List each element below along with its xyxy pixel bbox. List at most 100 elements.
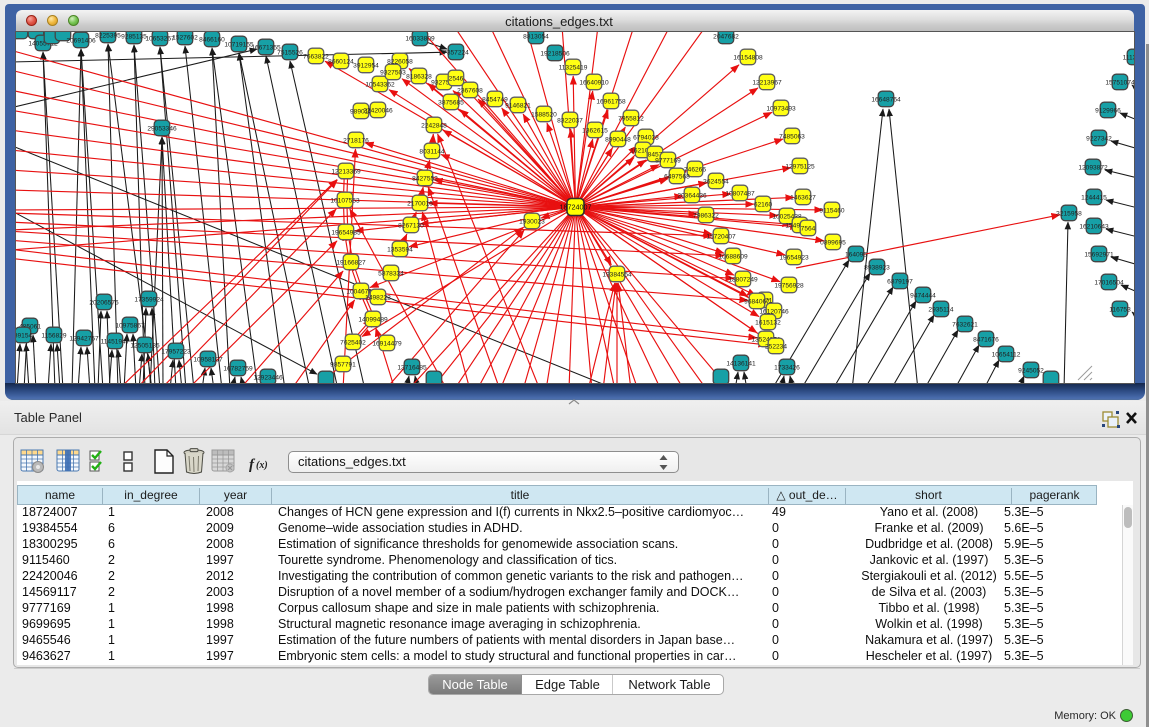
svg-text:9857791: 9857791 xyxy=(330,361,356,368)
svg-text:1156829: 1156829 xyxy=(41,332,67,339)
svg-text:16782759: 16782759 xyxy=(223,365,253,372)
svg-text:10653267: 10653267 xyxy=(145,35,175,42)
svg-text:18807249: 18807249 xyxy=(728,276,758,283)
svg-text:19654985: 19654985 xyxy=(331,229,361,236)
svg-text:29053346: 29053346 xyxy=(147,125,177,132)
svg-text:8990448: 8990448 xyxy=(605,136,631,143)
svg-text:7955812: 7955812 xyxy=(618,115,644,122)
svg-text:16154808: 16154808 xyxy=(733,54,763,61)
svg-text:1930023: 1930023 xyxy=(519,218,545,225)
svg-text:10688609: 10688609 xyxy=(718,253,748,260)
svg-text:20364436: 20364436 xyxy=(677,192,707,199)
svg-text:8660124: 8660124 xyxy=(328,58,354,65)
svg-text:2047682: 2047682 xyxy=(713,33,739,40)
svg-text:12975125: 12975125 xyxy=(785,163,815,170)
svg-text:11451947: 11451947 xyxy=(101,338,130,345)
svg-text:3624554: 3624554 xyxy=(703,178,729,185)
svg-text:1362615: 1362615 xyxy=(582,127,608,134)
svg-text:1113642: 1113642 xyxy=(1123,54,1134,61)
svg-text:10807487: 10807487 xyxy=(725,190,755,197)
svg-text:19654923: 19654923 xyxy=(779,254,809,261)
svg-text:1244415: 1244415 xyxy=(1081,194,1107,201)
svg-text:7986322: 7986322 xyxy=(693,212,719,219)
svg-text:14136141: 14136141 xyxy=(726,360,756,367)
svg-text:0899695: 0899695 xyxy=(820,239,846,246)
svg-text:17957223: 17957223 xyxy=(161,348,191,355)
svg-text:7485063: 7485063 xyxy=(779,133,805,140)
svg-text:8267130: 8267130 xyxy=(398,222,424,229)
svg-text:11325419: 11325419 xyxy=(559,64,588,71)
svg-text:2170016: 2170016 xyxy=(407,200,433,207)
svg-text:8186328: 8186328 xyxy=(406,73,432,80)
svg-text:8471676: 8471676 xyxy=(973,336,999,343)
svg-text:1527602: 1527602 xyxy=(172,34,198,41)
svg-text:18724007: 18724007 xyxy=(560,203,592,212)
svg-text:19218506: 19218506 xyxy=(540,50,570,57)
svg-text:6879197: 6879197 xyxy=(887,278,913,285)
svg-text:10973493: 10973493 xyxy=(766,105,796,112)
svg-text:2242848: 2242848 xyxy=(421,122,447,129)
svg-text:9245052: 9245052 xyxy=(1018,367,1044,374)
svg-text:10958107: 10958107 xyxy=(193,356,223,363)
svg-text:9474444: 9474444 xyxy=(910,292,936,299)
svg-text:7632621: 7632621 xyxy=(952,321,978,328)
svg-text:7357224: 7357224 xyxy=(443,49,469,56)
svg-text:7625402: 7625402 xyxy=(340,339,366,346)
svg-text:8427552: 8427552 xyxy=(412,175,438,182)
svg-text:7663822: 7663822 xyxy=(303,53,329,60)
svg-text:164095: 164095 xyxy=(845,251,867,258)
svg-text:1615132: 1615132 xyxy=(755,319,781,326)
svg-text:8031144: 8031144 xyxy=(419,148,445,155)
svg-text:9285135: 9285135 xyxy=(121,33,147,40)
svg-text:12942757: 12942757 xyxy=(69,335,99,342)
svg-text:12505135: 12505135 xyxy=(130,342,160,349)
svg-text:12923446: 12923446 xyxy=(253,374,283,381)
svg-text:9146821: 9146821 xyxy=(505,102,531,109)
svg-text:8813054: 8813054 xyxy=(523,33,549,40)
svg-text:12213369: 12213369 xyxy=(331,168,361,175)
svg-text:20691406: 20691406 xyxy=(66,37,96,44)
svg-text:15720407: 15720407 xyxy=(706,233,736,240)
svg-text:62160: 62160 xyxy=(754,201,773,208)
svg-text:10107553: 10107553 xyxy=(330,197,360,204)
svg-text:22420046: 22420046 xyxy=(363,107,393,114)
svg-text:1733426: 1733426 xyxy=(774,364,800,371)
svg-text:8938923: 8938923 xyxy=(864,264,890,271)
svg-text:3215958: 3215958 xyxy=(1056,210,1082,217)
svg-text:2367608: 2367608 xyxy=(457,87,483,94)
svg-text:8466160: 8466160 xyxy=(199,36,225,43)
svg-text:10654112: 10654112 xyxy=(992,351,1021,358)
svg-text:116753: 116753 xyxy=(1109,306,1131,313)
svg-text:7564: 7564 xyxy=(801,225,816,232)
svg-text:13716485: 13716485 xyxy=(397,364,427,371)
svg-text:9327503: 9327503 xyxy=(380,69,406,76)
svg-text:14099489: 14099489 xyxy=(358,316,388,323)
svg-text:19756928: 19756928 xyxy=(774,282,804,289)
svg-text:16033809: 16033809 xyxy=(405,35,435,42)
svg-text:2718176: 2718176 xyxy=(343,137,369,144)
svg-text:1498222: 1498222 xyxy=(365,294,391,301)
svg-text:16961758: 16961758 xyxy=(596,98,626,105)
svg-text:6497568: 6497568 xyxy=(664,173,690,180)
svg-text:746266: 746266 xyxy=(684,166,706,173)
svg-text:15751074: 15751074 xyxy=(1105,79,1134,86)
svg-text:8225395: 8225395 xyxy=(95,32,121,39)
svg-text:f: f xyxy=(249,457,256,473)
svg-text:5878334: 5878334 xyxy=(378,270,404,277)
svg-text:19166827: 19166827 xyxy=(336,259,366,266)
svg-text:9777169: 9777169 xyxy=(655,157,681,164)
svg-text:16640910: 16640910 xyxy=(579,79,609,86)
svg-text:16648764: 16648764 xyxy=(871,96,901,103)
svg-text:9227342: 9227342 xyxy=(1086,135,1112,142)
svg-text:10543362: 10543362 xyxy=(365,81,395,88)
svg-text:10975867: 10975867 xyxy=(115,322,145,329)
svg-text:12093872: 12093872 xyxy=(1078,164,1108,171)
svg-text:20206576: 20206576 xyxy=(89,299,119,306)
svg-text:1463627: 1463627 xyxy=(790,194,816,201)
svg-text:3875685: 3875685 xyxy=(438,99,464,106)
svg-text:6794028: 6794028 xyxy=(633,134,659,141)
svg-text:3912954: 3912954 xyxy=(353,62,379,69)
svg-text:2935114: 2935114 xyxy=(928,306,954,313)
svg-text:(x): (x) xyxy=(256,460,268,471)
svg-text:8322037: 8322037 xyxy=(557,117,583,124)
